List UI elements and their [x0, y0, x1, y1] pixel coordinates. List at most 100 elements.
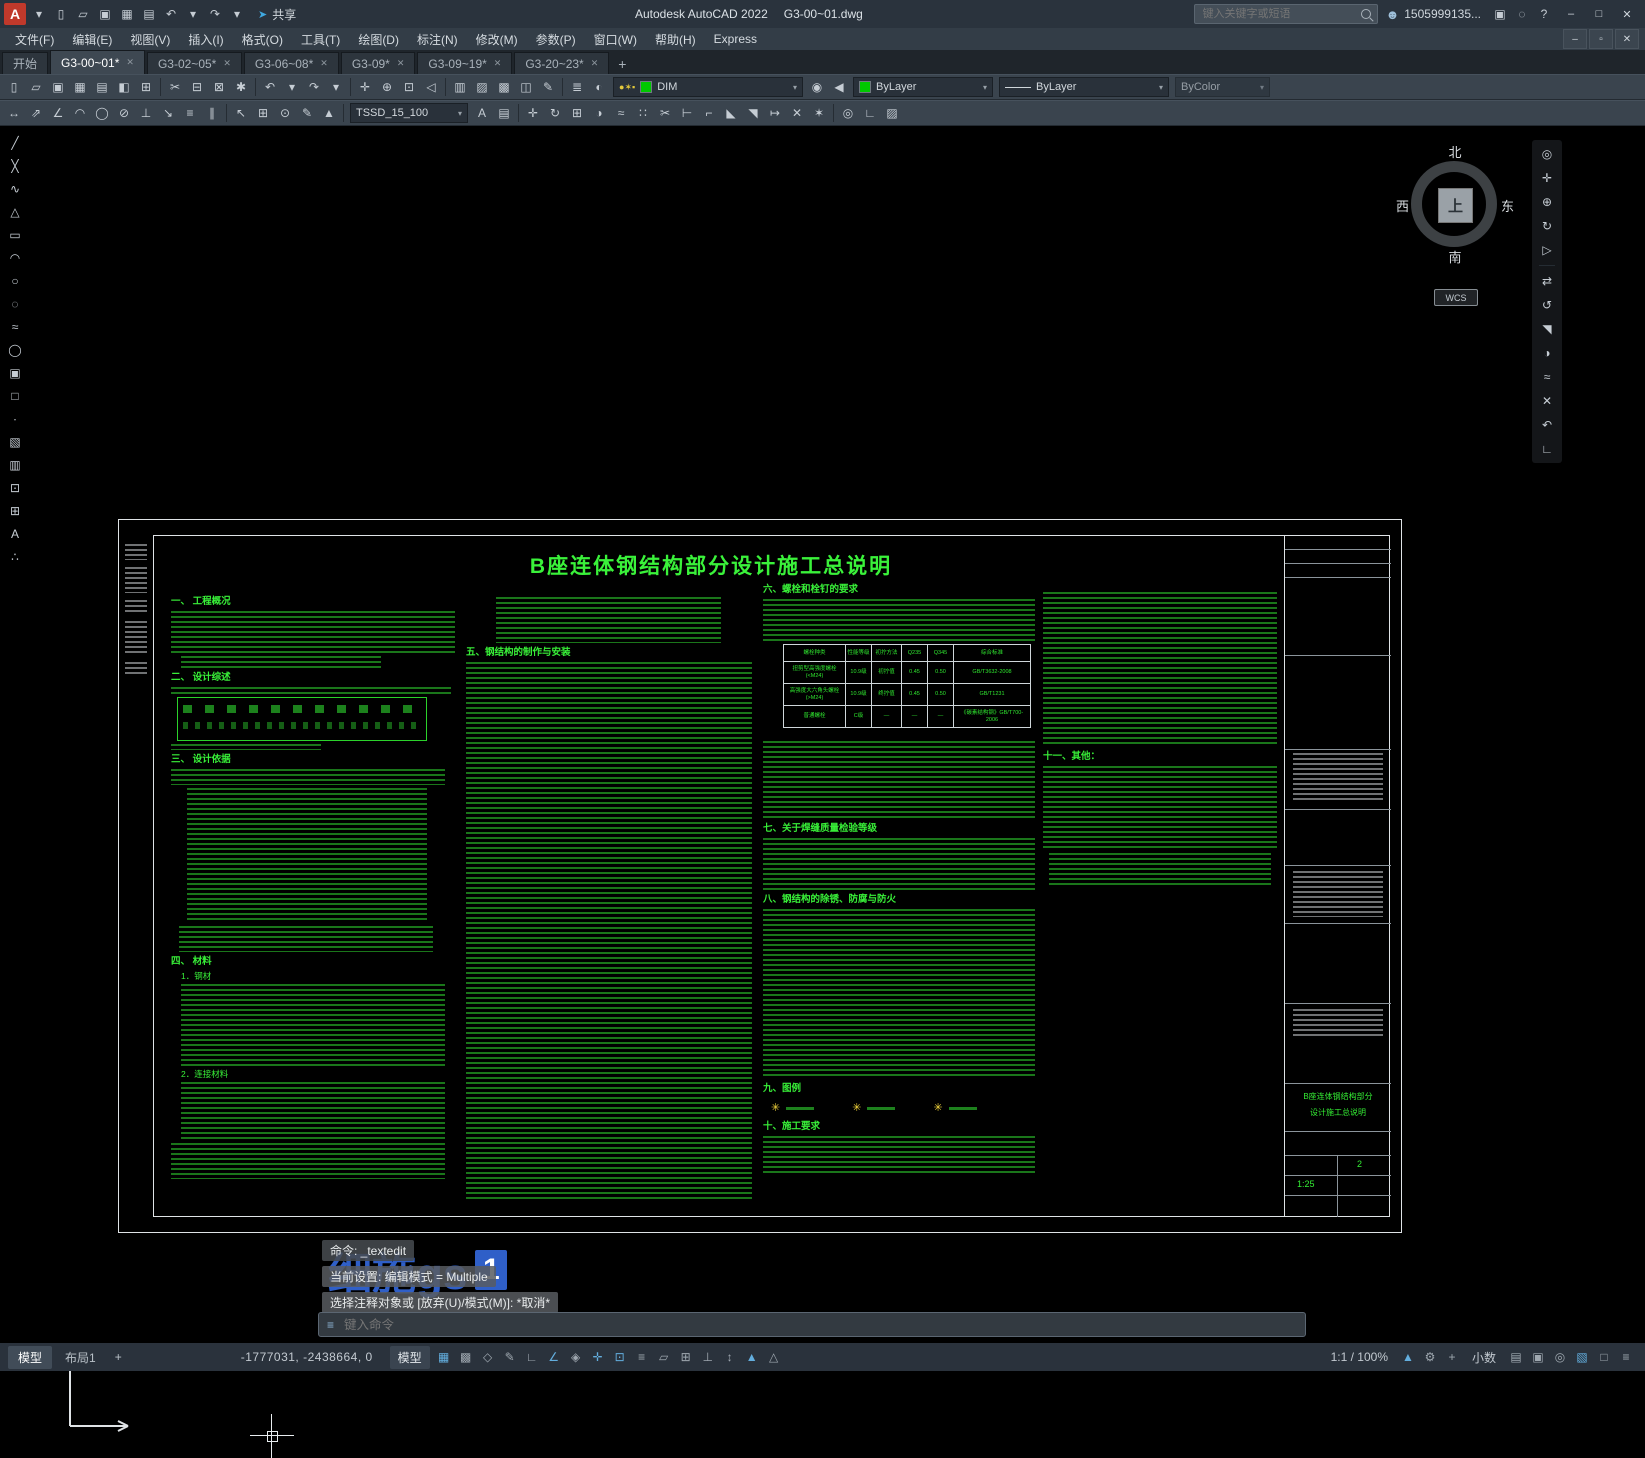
gradient-icon[interactable]: ▥: [2, 454, 28, 476]
undo-icon[interactable]: ↶: [160, 3, 182, 25]
command-line[interactable]: ≡: [318, 1312, 1306, 1337]
lineweight-icon[interactable]: ≡: [631, 1346, 653, 1368]
layer-states-icon[interactable]: ◐: [588, 76, 610, 98]
autocad-logo[interactable]: A: [4, 3, 26, 25]
undo-caret-icon[interactable]: ▾: [182, 3, 204, 25]
polyline-icon[interactable]: ∿: [2, 178, 28, 200]
view-compass[interactable]: 上 北 南 西 东: [1396, 144, 1514, 266]
array-icon[interactable]: ∷: [632, 102, 654, 124]
paste-icon[interactable]: ⊠: [208, 76, 230, 98]
markup-icon[interactable]: ✎: [537, 76, 559, 98]
hatch-icon[interactable]: ▧: [2, 431, 28, 453]
model-tab[interactable]: 模型: [8, 1345, 53, 1369]
toolbar-icon[interactable]: [518, 104, 519, 122]
mtext-icon[interactable]: ▤: [493, 102, 515, 124]
drawing-canvas[interactable]: B座连体钢结构部分设计施工总说明 一、 工程概况 二、 设计综述 三、 设计依据 四、…: [0, 126, 1645, 1458]
hardware-acceleration-icon[interactable]: ▧: [1571, 1346, 1593, 1368]
doc-restore-button[interactable]: ▫: [1589, 29, 1613, 49]
point-icon[interactable]: ∙: [2, 408, 28, 430]
toolbar-icon[interactable]: [343, 104, 344, 122]
dim-continue-icon[interactable]: ∥: [201, 102, 223, 124]
redo-caret-icon[interactable]: ▾: [226, 3, 248, 25]
compass-east[interactable]: 东: [1501, 196, 1514, 215]
layer-previous-icon[interactable]: ◀: [828, 76, 850, 98]
measure-icon[interactable]: ∟: [859, 102, 881, 124]
layer-dropdown[interactable]: ● ✶ ▪ DIM: [613, 77, 803, 97]
open-icon[interactable]: ▱: [72, 3, 94, 25]
menu-item[interactable]: 标注(N): [408, 31, 467, 48]
plot-preview-icon[interactable]: ◧: [113, 76, 135, 98]
properties-icon[interactable]: ▥: [449, 76, 471, 98]
zoom-previous-icon[interactable]: ◁: [420, 76, 442, 98]
zoom-icon[interactable]: ⊕: [1534, 191, 1560, 213]
share-button[interactable]: ➤ 共享: [250, 6, 304, 23]
scale-icon[interactable]: ◥: [742, 102, 764, 124]
menu-item[interactable]: 绘图(D): [349, 31, 408, 48]
nav-icon[interactable]: [1539, 265, 1555, 266]
offset-icon[interactable]: ≈: [610, 102, 632, 124]
plot-icon[interactable]: ▤: [91, 76, 113, 98]
pan-icon[interactable]: ✛: [1534, 167, 1560, 189]
dim-linear-icon[interactable]: ↔: [3, 102, 25, 124]
linetype-dropdown[interactable]: ByLayer: [999, 77, 1169, 97]
copy-object-icon[interactable]: ⊞: [566, 102, 588, 124]
chamfer-icon[interactable]: ◣: [720, 102, 742, 124]
stretch-icon[interactable]: ↦: [764, 102, 786, 124]
measure-icon[interactable]: ∟: [1534, 438, 1560, 460]
compass-south[interactable]: 南: [1448, 247, 1461, 266]
layer-properties-icon[interactable]: ≣: [566, 76, 588, 98]
new-layout-button[interactable]: +: [109, 1350, 128, 1364]
fillet-icon[interactable]: ⌐: [698, 102, 720, 124]
object-snap-icon[interactable]: ⊡: [609, 1346, 631, 1368]
autoscale-icon[interactable]: △: [763, 1346, 785, 1368]
save-as-icon[interactable]: ▦: [69, 76, 91, 98]
compass-top-face[interactable]: 上: [1438, 188, 1473, 223]
hatch-icon[interactable]: ▨: [881, 102, 903, 124]
ortho-icon[interactable]: ∟: [521, 1346, 543, 1368]
table-icon[interactable]: ⊞: [2, 500, 28, 522]
toolbar-icon[interactable]: [833, 104, 834, 122]
search-icon[interactable]: [1360, 9, 1371, 19]
grid-icon[interactable]: ▦: [433, 1346, 455, 1368]
text-icon[interactable]: A: [2, 523, 28, 545]
new-tab-button[interactable]: +: [611, 53, 633, 74]
show-motion-icon[interactable]: ▷: [1534, 239, 1560, 261]
publish-icon[interactable]: ⊞: [135, 76, 157, 98]
isolate-objects-icon[interactable]: ◎: [1549, 1346, 1571, 1368]
compass-west[interactable]: 西: [1396, 196, 1409, 215]
wcs-button[interactable]: WCS: [1434, 289, 1478, 306]
line-icon[interactable]: ╱: [2, 132, 28, 154]
qnew-icon[interactable]: ▯: [3, 76, 25, 98]
undo-icon[interactable]: ↶: [259, 76, 281, 98]
tool-palettes-icon[interactable]: ▩: [493, 76, 515, 98]
maximize-button[interactable]: □: [1585, 2, 1613, 26]
copy-icon[interactable]: ⊟: [186, 76, 208, 98]
polar-tracking-icon[interactable]: ∠: [543, 1346, 565, 1368]
toolbar-icon[interactable]: [226, 104, 227, 122]
text-style-dropdown[interactable]: TSSD_15_100: [350, 103, 468, 123]
menu-item[interactable]: 修改(M): [467, 31, 527, 48]
point-style-icon[interactable]: ∴: [2, 546, 28, 568]
clean-screen-icon[interactable]: □: [1593, 1346, 1615, 1368]
circle-icon[interactable]: ○: [2, 270, 28, 292]
units-readout[interactable]: 小数: [1472, 1349, 1496, 1366]
full-navigation-wheel-icon[interactable]: ◎: [1534, 143, 1560, 165]
match-properties-icon[interactable]: ✱: [230, 76, 252, 98]
toolbar-icon[interactable]: [562, 78, 563, 96]
make-block-icon[interactable]: □: [2, 385, 28, 407]
rotate-icon[interactable]: ↻: [544, 102, 566, 124]
dynamic-ucs-icon[interactable]: ↕: [719, 1346, 741, 1368]
dim-style-icon[interactable]: ▲: [318, 102, 340, 124]
dim-baseline-icon[interactable]: ≡: [179, 102, 201, 124]
move-icon[interactable]: ✛: [522, 102, 544, 124]
move-icon[interactable]: ⇄: [1534, 270, 1560, 292]
menu-item[interactable]: 参数(P): [527, 31, 585, 48]
designcenter-icon[interactable]: ▨: [471, 76, 493, 98]
quick-dim-icon[interactable]: ↘: [157, 102, 179, 124]
rectangle-icon[interactable]: ▭: [2, 224, 28, 246]
isometric-drafting-icon[interactable]: ◈: [565, 1346, 587, 1368]
redo-caret-icon[interactable]: ▾: [325, 76, 347, 98]
tab-g3-09[interactable]: G3-09*: [340, 52, 416, 74]
undo-caret-icon[interactable]: ▾: [281, 76, 303, 98]
erase-icon[interactable]: ✕: [786, 102, 808, 124]
